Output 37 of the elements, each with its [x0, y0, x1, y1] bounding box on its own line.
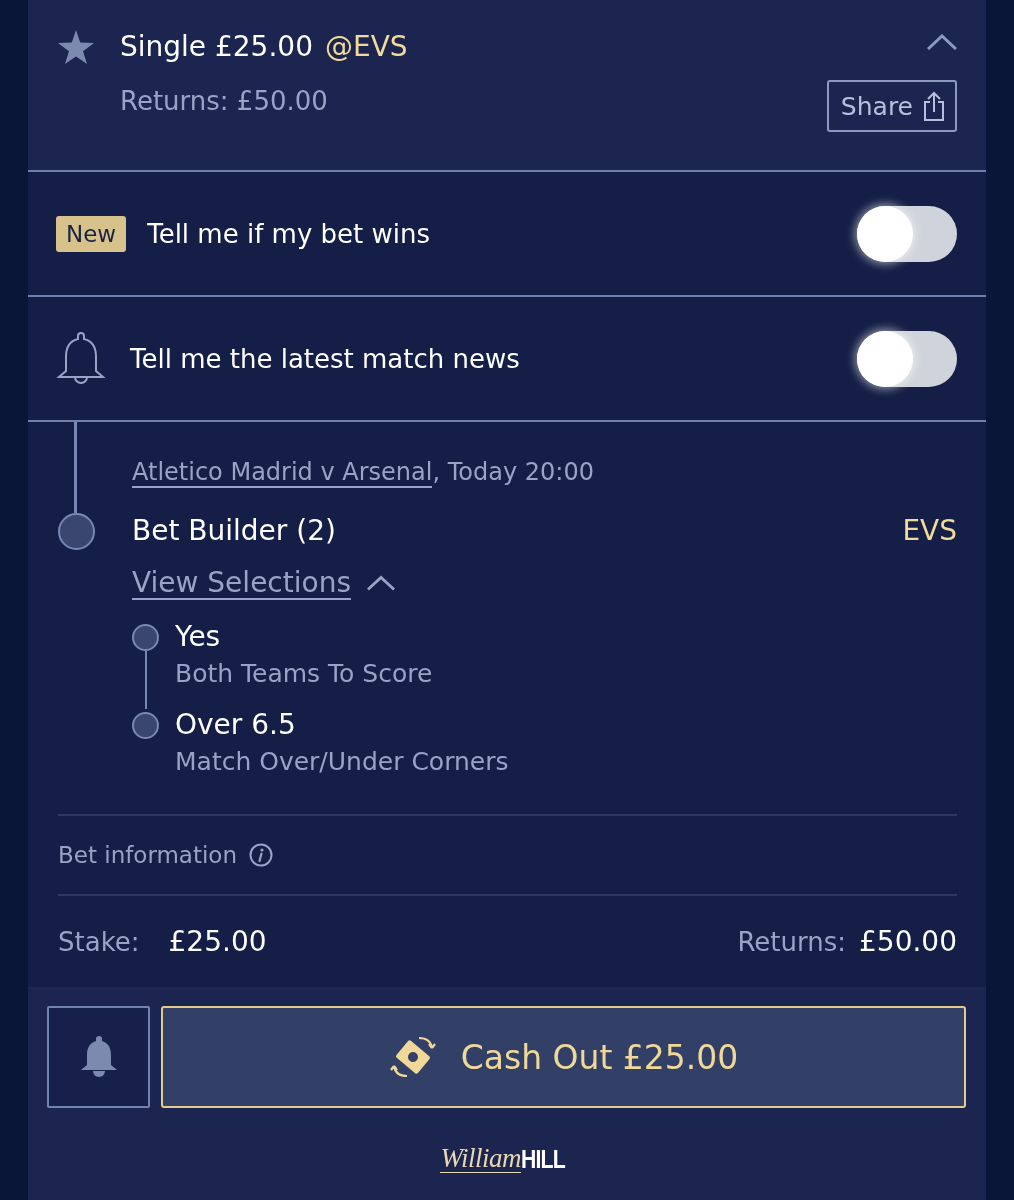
- share-icon: [923, 91, 945, 121]
- circle-marker-icon: [132, 712, 159, 739]
- event-link[interactable]: Atletico Madrid v Arsenal: [132, 458, 433, 488]
- returns-label: Returns:: [737, 925, 846, 959]
- selection-market: Match Over/Under Corners: [175, 748, 510, 776]
- notification-label: Tell me the latest match news: [130, 343, 521, 374]
- bell-icon: [56, 331, 106, 386]
- notification-button[interactable]: [47, 1006, 150, 1108]
- share-button[interactable]: Share: [826, 80, 957, 132]
- cash-out-button[interactable]: Cash Out £25.00: [161, 1006, 966, 1108]
- toggle-switch[interactable]: [857, 205, 957, 262]
- bell-icon: [79, 1036, 118, 1078]
- view-selections-link[interactable]: View Selections: [132, 566, 351, 600]
- bet-title: Single £25.00: [120, 30, 313, 64]
- chevron-icon[interactable]: [366, 575, 395, 591]
- bet-odds: @EVS: [324, 30, 408, 64]
- selection-market: Both Teams To Score: [175, 660, 434, 688]
- selection-odds: EVS: [902, 513, 957, 549]
- stake-value: £25.00: [168, 925, 267, 958]
- notification-label: Tell me if my bet wins: [147, 218, 432, 249]
- banknote-arrows-icon: [388, 1034, 437, 1080]
- chevron-icon[interactable]: [927, 34, 957, 50]
- bet-information-label: Bet information: [58, 841, 237, 870]
- returns-value: £50.00: [859, 925, 957, 958]
- star-icon[interactable]: [58, 30, 94, 64]
- circle-marker-icon: [132, 624, 159, 651]
- info-icon[interactable]: [249, 843, 273, 867]
- stake-label: Stake:: [58, 925, 140, 959]
- new-badge: New: [56, 215, 127, 252]
- toggle-switch[interactable]: [857, 330, 957, 387]
- selection-name: Yes: [175, 621, 222, 653]
- circle-marker-icon: [58, 513, 95, 550]
- timeline-line: [145, 651, 147, 709]
- returns-text: Returns: £50.00: [120, 85, 329, 118]
- selection-name: Over 6.5: [175, 709, 297, 741]
- market-name: Bet Builder (2): [132, 513, 336, 549]
- brand-logo: WilliamHILL: [440, 1144, 566, 1173]
